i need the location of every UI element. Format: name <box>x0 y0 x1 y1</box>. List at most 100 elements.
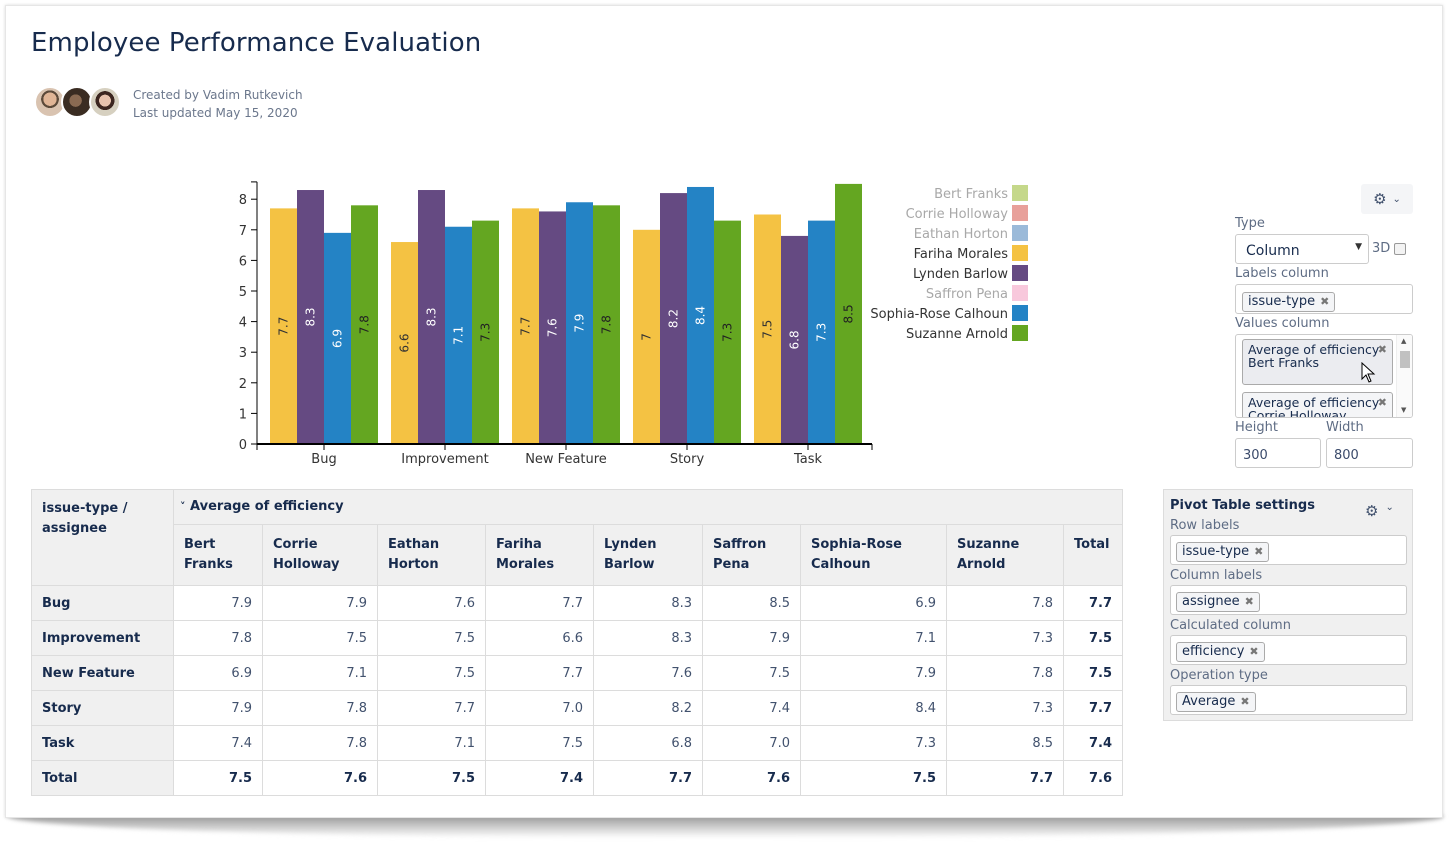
legend-item[interactable]: Sophia-Rose Calhoun <box>870 305 1028 322</box>
column-header[interactable]: Suzanne Arnold <box>946 524 1064 586</box>
table-row: Improvement 7.8 7.5 7.5 6.6 8.3 7.9 7.1 7.3 7.5 <box>31 620 1123 656</box>
created-by[interactable]: Created by Vadim Rutkevich <box>133 86 303 104</box>
table-cell: 8.2 <box>593 690 703 726</box>
bar-data-label: 8.3 <box>425 307 439 326</box>
remove-icon[interactable]: ✖ <box>1378 396 1387 409</box>
remove-icon[interactable]: ✖ <box>1245 593 1254 611</box>
width-input[interactable]: 800 <box>1326 438 1413 468</box>
chevron-down-icon: ⌄ <box>1385 502 1394 513</box>
group-header[interactable]: ˅ Average of efficiency <box>173 489 1123 525</box>
type-label: Type <box>1235 216 1265 231</box>
calculated-column-input[interactable]: efficiency ✖ <box>1170 635 1407 665</box>
row-header[interactable]: Task <box>31 725 174 761</box>
scroll-down-icon[interactable]: ▼ <box>1401 406 1406 414</box>
chart-type-select[interactable]: Column ▼ <box>1235 234 1369 264</box>
column-header[interactable]: Fariha Morales <box>485 524 594 586</box>
remove-icon[interactable]: ✖ <box>1378 343 1387 356</box>
y-tick-label: 5 <box>239 285 247 300</box>
column-header[interactable]: Lynden Barlow <box>593 524 703 586</box>
values-scrollbar[interactable]: ▲ ▼ <box>1396 335 1412 417</box>
values-column-input[interactable]: Average of efficiency Bert Franks ✖ Aver… <box>1235 334 1413 418</box>
operation-type-tag: Average ✖ <box>1176 692 1256 712</box>
corner-header: issue-type / assignee <box>31 489 174 586</box>
legend-item[interactable]: Saffron Pena <box>926 285 1028 302</box>
bar-data-label: 8.3 <box>304 307 318 326</box>
row-header[interactable]: Bug <box>31 585 174 621</box>
y-tick-label: 6 <box>239 254 247 269</box>
total-cell: 7.5 <box>1063 655 1123 691</box>
legend-swatch <box>1012 325 1028 341</box>
remove-icon[interactable]: ✖ <box>1240 693 1249 711</box>
total-cell: 7.7 <box>946 760 1064 796</box>
row-header[interactable]: New Feature <box>31 655 174 691</box>
row-header[interactable]: Improvement <box>31 620 174 656</box>
legend-label: Eathan Horton <box>914 227 1008 242</box>
table-cell: 6.9 <box>800 585 947 621</box>
legend-swatch <box>1012 225 1028 241</box>
bar-data-label: 6.6 <box>398 333 412 352</box>
remove-icon[interactable]: ✖ <box>1320 293 1329 311</box>
column-header[interactable]: Corrie Holloway <box>262 524 378 586</box>
total-cell: 7.6 <box>1063 760 1123 796</box>
legend-label: Suzanne Arnold <box>906 327 1008 342</box>
tag-label: Average of efficiency Bert Franks <box>1248 342 1380 370</box>
tag-label: issue-type <box>1248 294 1316 309</box>
column-labels-tag: assignee ✖ <box>1176 592 1260 612</box>
avatar[interactable] <box>89 86 121 118</box>
table-cell: 7.5 <box>262 620 378 656</box>
height-label: Height <box>1235 420 1278 435</box>
legend-item[interactable]: Suzanne Arnold <box>906 325 1028 342</box>
column-header[interactable]: Saffron Pena <box>702 524 801 586</box>
scroll-thumb[interactable] <box>1400 351 1410 368</box>
table-cell: 7.5 <box>377 620 486 656</box>
remove-icon[interactable]: ✖ <box>1249 643 1258 661</box>
operation-type-label: Operation type <box>1170 668 1268 683</box>
table-cell: 7.0 <box>485 690 594 726</box>
chart-settings-button[interactable]: ⚙ ⌄ <box>1361 184 1413 214</box>
caret-down-icon: ▼ <box>1355 242 1362 252</box>
scroll-up-icon[interactable]: ▲ <box>1401 337 1406 345</box>
operation-type-input[interactable]: Average ✖ <box>1170 685 1407 715</box>
labels-column-input[interactable]: issue-type ✖ <box>1235 284 1413 314</box>
column-labels-input[interactable]: assignee ✖ <box>1170 585 1407 615</box>
table-cell: 7.9 <box>262 585 378 621</box>
table-cell: 7.1 <box>800 620 947 656</box>
legend-item[interactable]: Lynden Barlow <box>913 265 1028 282</box>
table-cell: 7.8 <box>262 725 378 761</box>
collapse-chevron-icon[interactable]: ˅ <box>180 500 186 513</box>
column-header[interactable]: Eathan Horton <box>377 524 486 586</box>
row-header[interactable]: Story <box>31 690 174 726</box>
pivot-table: issue-type / assignee ˅ Average of effic… <box>31 489 1123 796</box>
table-cell: 7.9 <box>800 655 947 691</box>
table-cell: 8.5 <box>702 585 801 621</box>
row-labels-input[interactable]: issue-type ✖ <box>1170 535 1407 565</box>
legend-swatch <box>1012 305 1028 321</box>
table-cell: 7.1 <box>377 725 486 761</box>
legend-item[interactable]: Bert Franks <box>934 185 1028 202</box>
total-cell: 7.5 <box>377 760 486 796</box>
height-input[interactable]: 300 <box>1235 438 1321 468</box>
bar-data-label: 7 <box>640 333 654 341</box>
remove-icon[interactable]: ✖ <box>1254 543 1263 561</box>
pivot-settings-button[interactable]: ⚙ ⌄ <box>1365 502 1394 520</box>
bar-data-label: 7.9 <box>573 314 587 333</box>
table-row: Story 7.9 7.8 7.7 7.0 8.2 7.4 8.4 7.3 7.7 <box>31 690 1123 726</box>
table-cell: 7.0 <box>702 725 801 761</box>
legend-label: Saffron Pena <box>926 287 1008 302</box>
gear-icon: ⚙ <box>1365 502 1379 520</box>
x-category-label: Task <box>793 452 823 467</box>
legend-item[interactable]: Fariha Morales <box>914 245 1028 262</box>
last-updated[interactable]: Last updated May 15, 2020 <box>133 104 303 122</box>
y-tick-label: 2 <box>239 377 247 392</box>
table-cell: 7.6 <box>593 655 703 691</box>
row-header[interactable]: Total <box>31 760 174 796</box>
legend-item[interactable]: Corrie Holloway <box>906 205 1028 222</box>
total-cell: 7.5 <box>1063 620 1123 656</box>
column-header[interactable]: Sophia-Rose Calhoun <box>800 524 947 586</box>
column-header[interactable]: Bert Franks <box>173 524 263 586</box>
tag-label: Average <box>1182 694 1236 709</box>
3d-checkbox[interactable] <box>1394 243 1406 255</box>
column-header[interactable]: Total <box>1063 524 1123 586</box>
legend-item[interactable]: Eathan Horton <box>914 225 1028 242</box>
table-cell: 7.4 <box>702 690 801 726</box>
